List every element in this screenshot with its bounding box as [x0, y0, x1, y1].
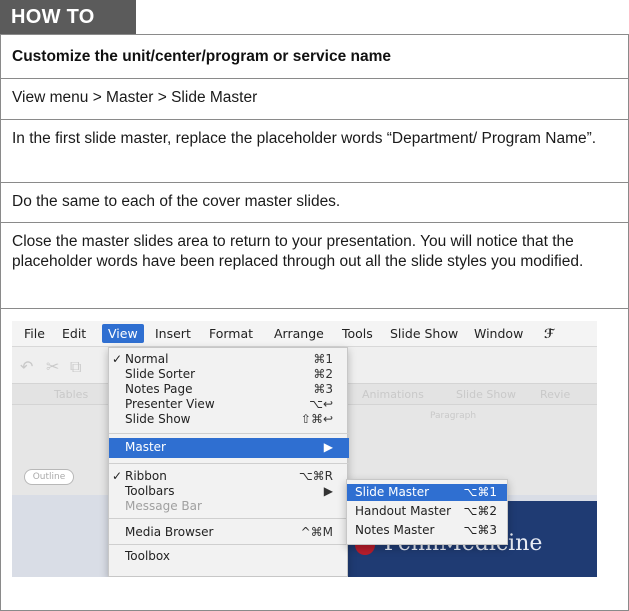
menu-tools[interactable]: Tools	[342, 326, 373, 341]
ribbon-tab-review: Revie	[540, 388, 571, 401]
submenu-item-slide-master[interactable]: Slide Master ⌥⌘1	[347, 484, 507, 501]
menu-arrange[interactable]: Arrange	[274, 326, 324, 341]
paragraph-group-label: Paragraph	[430, 411, 477, 421]
step-1: View menu > Master > Slide Master	[1, 79, 628, 120]
menu-window[interactable]: Window	[474, 326, 523, 341]
menu-separator	[109, 544, 349, 545]
section-heading: Customize the unit/center/program or ser…	[1, 35, 628, 79]
checkmark-icon: ✓	[112, 469, 123, 483]
outline-toggle[interactable]: Outline	[24, 469, 74, 485]
menu-item-slide-sorter[interactable]: Slide Sorter ⌘2	[109, 367, 349, 382]
master-submenu: Slide Master ⌥⌘1 Handout Master ⌥⌘2 Notes …	[346, 479, 508, 545]
menu-item-message-bar: Message Bar	[125, 499, 202, 513]
menu-item-media-browser[interactable]: Media Browser ^⌘M	[109, 525, 349, 540]
checkmark-icon: ✓	[112, 352, 123, 366]
menu-item-presenter-view[interactable]: Presenter View ⌥↩	[109, 397, 349, 412]
menu-item-master[interactable]: Master ▶	[109, 438, 349, 458]
menu-item-toolbars[interactable]: Toolbars ▶	[109, 484, 349, 499]
script-icon[interactable]: ℱ	[544, 326, 554, 341]
submenu-item-handout-master[interactable]: Handout Master ⌥⌘2	[347, 503, 507, 520]
ribbon-tab-animations: Animations	[362, 388, 424, 401]
menu-slide-show[interactable]: Slide Show	[390, 326, 458, 341]
menu-edit[interactable]: Edit	[62, 326, 86, 341]
step-3: Do the same to each of the cover master …	[1, 183, 628, 223]
menu-insert[interactable]: Insert	[155, 326, 191, 341]
step-2: In the first slide master, replace the p…	[1, 120, 628, 183]
menu-view[interactable]: View	[102, 324, 144, 343]
menu-item-ribbon[interactable]: ✓ Ribbon ⌥⌘R	[109, 469, 349, 484]
menu-item-notes-page[interactable]: Notes Page ⌘3	[109, 382, 349, 397]
menu-format[interactable]: Format	[209, 326, 253, 341]
menu-separator	[109, 433, 349, 434]
menu-item-slide-show[interactable]: Slide Show ⇧⌘↩	[109, 412, 349, 427]
menu-bar: File Edit View Insert Format Arrange Too…	[12, 321, 597, 347]
menu-separator	[109, 518, 349, 519]
menu-item-normal[interactable]: ✓ Normal ⌘1	[109, 352, 349, 367]
menu-file[interactable]: File	[24, 326, 45, 341]
copy-icon: ⧉	[70, 357, 82, 376]
ribbon-tab-slide-show: Slide Show	[456, 388, 517, 401]
undo-icon: ↶	[20, 357, 34, 376]
menu-separator	[109, 463, 349, 464]
how-to-tab: HOW TO	[0, 0, 136, 34]
step-4: Close the master slides area to return t…	[1, 223, 628, 309]
menu-item-toolbox[interactable]: Toolbox	[109, 549, 349, 564]
view-menu: ✓ Normal ⌘1 Slide Sorter ⌘2 Notes Page ⌘3 Pr…	[108, 347, 349, 577]
ribbon-tab-tables: Tables	[54, 388, 89, 401]
submenu-item-notes-master[interactable]: Notes Master ⌥⌘3	[347, 522, 507, 539]
cut-icon: ✂	[46, 357, 60, 376]
powerpoint-screenshot: File Edit View Insert Format Arrange Too…	[12, 321, 597, 577]
